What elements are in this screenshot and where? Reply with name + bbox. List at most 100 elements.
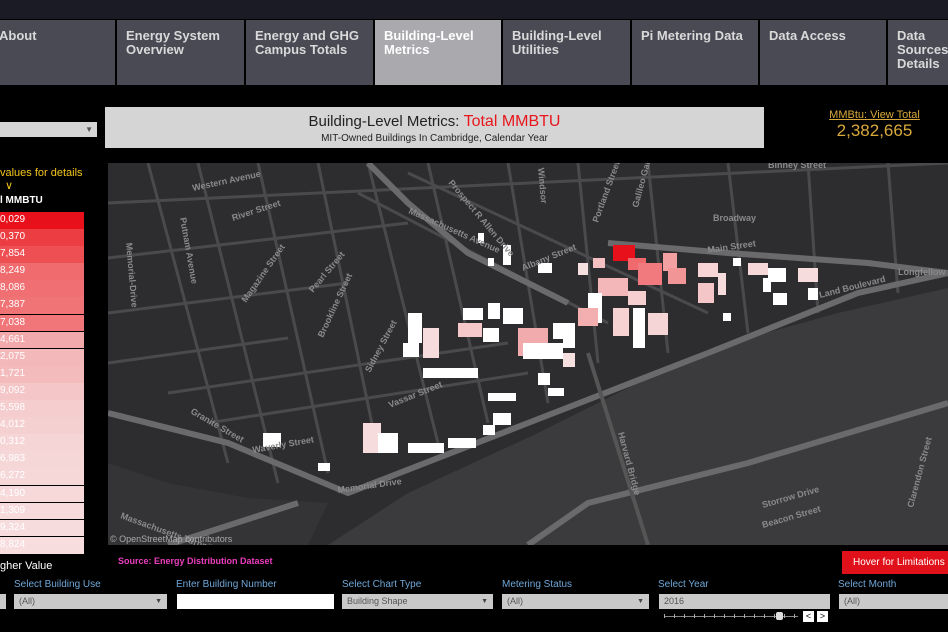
total-value: 2,382,665	[836, 121, 913, 140]
building-shape[interactable]	[723, 313, 731, 321]
value-row[interactable]: 6,983	[0, 451, 84, 469]
value-row[interactable]: 0,370	[0, 229, 84, 246]
year-prev-button[interactable]: <	[803, 611, 814, 622]
title-subtitle: MIT-Owned Buildings In Cambridge, Calend…	[321, 133, 548, 144]
building-shape[interactable]	[403, 343, 419, 357]
building-shape[interactable]	[423, 328, 439, 358]
building-use-value: (All)	[19, 596, 35, 606]
building-shape[interactable]	[638, 263, 662, 285]
title-metric: Total MMBTU	[463, 113, 561, 130]
tab-energy-ghg-campus-totals[interactable]: Energy and GHG Campus Totals	[246, 20, 373, 85]
value-row[interactable]: 8,824	[0, 536, 84, 554]
building-shape[interactable]	[718, 273, 726, 295]
building-shape[interactable]	[423, 368, 463, 378]
building-shape[interactable]	[578, 263, 588, 275]
filter-label-metering-status: Metering Status	[502, 579, 573, 590]
tab-about[interactable]: About	[0, 20, 115, 85]
building-shape[interactable]	[593, 258, 605, 268]
tab-building-level-utilities[interactable]: Building-Level Utilities	[503, 20, 630, 85]
building-shape[interactable]	[578, 308, 598, 326]
building-shape[interactable]	[488, 258, 494, 266]
building-shape[interactable]	[553, 323, 575, 339]
hover-limitations-button[interactable]: Hover for Limitations	[842, 551, 948, 574]
value-row[interactable]: 2,075	[0, 348, 84, 366]
building-use-select[interactable]: (All) ▼	[14, 594, 167, 609]
building-shape[interactable]	[698, 283, 714, 303]
building-shape[interactable]	[668, 268, 686, 284]
building-shape[interactable]	[763, 278, 771, 292]
year-next-button[interactable]: >	[817, 611, 828, 622]
column-header: l MMBTU	[0, 195, 43, 206]
building-shape[interactable]	[598, 278, 628, 296]
building-shape[interactable]	[648, 313, 668, 335]
building-shape[interactable]	[773, 293, 787, 305]
building-shape[interactable]	[548, 388, 564, 396]
value-row[interactable]: 7,387	[0, 297, 84, 315]
building-shape[interactable]	[808, 288, 818, 300]
building-shape[interactable]	[463, 308, 483, 320]
value-row[interactable]: 1,309	[0, 502, 84, 520]
value-row[interactable]: 7,854	[0, 246, 84, 263]
value-row[interactable]: 4,012	[0, 417, 84, 434]
building-shape[interactable]	[633, 308, 645, 348]
building-shape[interactable]	[318, 463, 330, 471]
tab-building-level-metrics[interactable]: Building-Level Metrics	[375, 20, 501, 85]
value-row[interactable]: 7,038	[0, 314, 84, 332]
building-shape[interactable]	[493, 413, 511, 425]
value-row[interactable]: 4,190	[0, 485, 84, 503]
building-shape[interactable]	[458, 323, 482, 337]
month-select[interactable]: (All)	[839, 594, 948, 609]
value-row[interactable]: 5,598	[0, 400, 84, 417]
value-row[interactable]: 8,249	[0, 263, 84, 281]
value-row[interactable]: 1,721	[0, 365, 84, 383]
value-row[interactable]: 9,092	[0, 382, 84, 400]
building-shape[interactable]	[483, 425, 495, 435]
building-shape[interactable]	[408, 313, 422, 343]
filter-label-month: Select Month	[838, 579, 897, 590]
building-number-input[interactable]	[177, 594, 334, 609]
building-shape[interactable]	[733, 258, 741, 266]
view-total-link[interactable]: MMBtu: View Total	[812, 109, 937, 121]
filter-first-dropdown[interactable]	[0, 594, 6, 609]
building-shape[interactable]	[538, 373, 550, 385]
chart-type-select[interactable]: Building Shape ▼	[342, 594, 493, 609]
chevron-down-icon: ▼	[481, 598, 488, 605]
year-value: 2016	[664, 596, 685, 606]
tab-data-access[interactable]: Data Access	[760, 20, 886, 85]
building-shape[interactable]	[523, 343, 563, 359]
value-row[interactable]: 0,029	[0, 212, 84, 229]
building-shape[interactable]	[503, 308, 523, 324]
year-select[interactable]: 2016	[659, 594, 830, 609]
metering-status-select[interactable]: (All) ▼	[502, 594, 649, 609]
building-shape[interactable]	[408, 443, 444, 453]
building-shape[interactable]	[563, 338, 575, 348]
building-shape[interactable]	[488, 303, 500, 319]
building-shape[interactable]	[488, 393, 516, 401]
value-row[interactable]: 4,661	[0, 331, 84, 349]
building-shape[interactable]	[563, 353, 575, 367]
building-shape[interactable]	[628, 291, 646, 305]
building-shape[interactable]	[483, 328, 499, 342]
year-slider-handle[interactable]	[776, 612, 783, 620]
tab-energy-system-overview[interactable]: Energy System Overview	[117, 20, 244, 85]
building-shape[interactable]	[698, 263, 718, 277]
building-shape[interactable]	[448, 438, 476, 448]
value-list: 0,029 0,370 7,854 8,249 8,086 7,387 7,038 4,661…	[0, 212, 84, 554]
building-shape[interactable]	[798, 268, 818, 282]
campus-map[interactable]: Western AvenueRiver StreetPutnam Avenue M…	[108, 163, 948, 545]
building-shape[interactable]	[378, 433, 398, 453]
value-row[interactable]: 8,086	[0, 280, 84, 298]
building-shape[interactable]	[613, 308, 629, 336]
value-row[interactable]: 6,272	[0, 468, 84, 486]
building-shape[interactable]	[458, 368, 478, 378]
tab-data-sources-details[interactable]: Data Sources Details	[888, 20, 948, 85]
left-dropdown[interactable]: ▼	[0, 122, 97, 137]
filter-label-chart-type: Select Chart Type	[342, 579, 422, 590]
building-shape[interactable]	[748, 263, 768, 275]
value-row[interactable]: 9,324	[0, 519, 84, 537]
street-label: Broadway	[713, 213, 756, 223]
value-row[interactable]: 0,312	[0, 434, 84, 452]
filter-label-year: Select Year	[658, 579, 709, 590]
month-value: (All)	[844, 596, 860, 606]
tab-pi-metering-data[interactable]: Pi Metering Data	[632, 20, 758, 85]
